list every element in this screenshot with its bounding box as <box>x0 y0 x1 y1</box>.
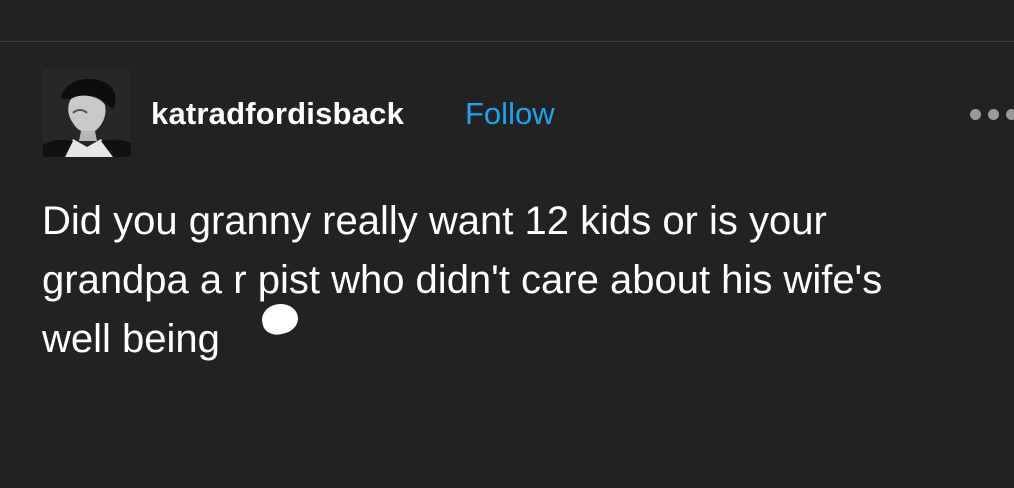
avatar-photo-icon <box>43 69 131 157</box>
post-text-line: Did you granny really want 12 kids or is… <box>42 199 827 243</box>
more-options-icon[interactable] <box>968 106 1014 124</box>
menu-dot <box>988 109 999 120</box>
follow-button[interactable]: Follow <box>465 96 555 132</box>
post-card: katradfordisback Follow Did you granny r… <box>0 42 1014 488</box>
menu-dot <box>1006 109 1014 120</box>
username[interactable]: katradfordisback <box>151 96 404 132</box>
post-text-line: well being <box>42 317 220 361</box>
post-text-line: grandpa a r pist who didn't care about h… <box>42 258 883 302</box>
avatar[interactable] <box>43 69 131 157</box>
menu-dot <box>970 109 981 120</box>
post-text: Did you granny really want 12 kids or is… <box>42 192 992 369</box>
